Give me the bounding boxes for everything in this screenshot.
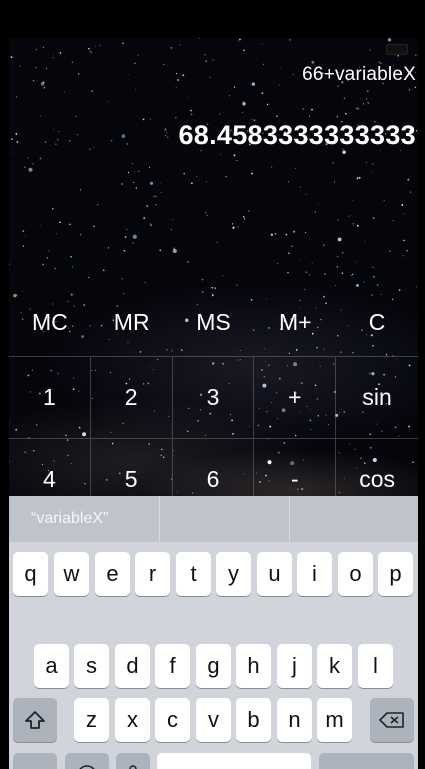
delete-key[interactable] bbox=[370, 698, 414, 742]
keyboard-row-1: q w e r t y u i o p bbox=[9, 552, 418, 596]
key-k[interactable]: k bbox=[317, 644, 352, 688]
result-display: 68.4583333333333 bbox=[178, 120, 416, 150]
key-3[interactable]: 3 bbox=[172, 357, 255, 439]
key-f[interactable]: f bbox=[155, 644, 190, 688]
key-i[interactable]: i bbox=[297, 552, 332, 596]
key-n[interactable]: n bbox=[277, 698, 312, 742]
key-plus[interactable]: + bbox=[254, 357, 337, 439]
calculator-screen: 66+variableX 68.4583333333333 MC MR MS M… bbox=[9, 38, 418, 769]
key-l[interactable]: l bbox=[358, 644, 393, 688]
suggestion-3[interactable] bbox=[290, 496, 418, 542]
return-key[interactable]: return bbox=[319, 753, 414, 769]
numbers-key[interactable]: 123 bbox=[13, 753, 57, 769]
key-e[interactable]: e bbox=[95, 552, 130, 596]
memory-add-button[interactable]: M+ bbox=[254, 288, 336, 356]
key-1[interactable]: 1 bbox=[9, 357, 91, 439]
key-j[interactable]: j bbox=[277, 644, 312, 688]
key-z[interactable]: z bbox=[74, 698, 109, 742]
key-q[interactable]: q bbox=[13, 552, 48, 596]
key-sin[interactable]: sin bbox=[336, 357, 418, 439]
expression-display: 66+variableX bbox=[302, 64, 416, 85]
shift-key[interactable] bbox=[13, 698, 57, 742]
key-u[interactable]: u bbox=[257, 552, 292, 596]
backspace-icon bbox=[379, 712, 404, 728]
keyboard-row-2: a s d f g h j k l bbox=[9, 644, 418, 688]
key-v[interactable]: v bbox=[196, 698, 231, 742]
memory-clear-button[interactable]: MC bbox=[9, 288, 91, 356]
key-w[interactable]: w bbox=[54, 552, 89, 596]
suggestion-2[interactable] bbox=[160, 496, 290, 542]
key-b[interactable]: b bbox=[236, 698, 271, 742]
memory-recall-button[interactable]: MR bbox=[91, 288, 173, 356]
ios-keyboard: “variableX” q w e r t y u i o p a s d f … bbox=[9, 496, 418, 769]
shift-icon bbox=[25, 711, 45, 729]
emoji-key[interactable] bbox=[65, 753, 109, 769]
memory-store-button[interactable]: MS bbox=[173, 288, 255, 356]
memory-row: MC MR MS M+ C bbox=[9, 288, 418, 356]
key-g[interactable]: g bbox=[196, 644, 231, 688]
key-r[interactable]: r bbox=[135, 552, 170, 596]
key-d[interactable]: d bbox=[115, 644, 150, 688]
key-2[interactable]: 2 bbox=[90, 357, 173, 439]
clear-button[interactable]: C bbox=[336, 288, 418, 356]
key-s[interactable]: s bbox=[74, 644, 109, 688]
key-a[interactable]: a bbox=[34, 644, 69, 688]
suggestion-1[interactable]: “variableX” bbox=[9, 496, 161, 542]
battery-icon bbox=[386, 44, 408, 55]
suggestion-bar: “variableX” bbox=[9, 496, 418, 542]
keyboard-row-4: 123 space return bbox=[9, 753, 418, 769]
key-p[interactable]: p bbox=[378, 552, 413, 596]
keyboard-row-3: z x c v b n m bbox=[9, 698, 418, 742]
emoji-icon bbox=[79, 765, 95, 769]
key-c[interactable]: c bbox=[155, 698, 190, 742]
key-y[interactable]: y bbox=[216, 552, 251, 596]
key-x[interactable]: x bbox=[115, 698, 150, 742]
microphone-icon bbox=[129, 765, 137, 769]
dictation-key[interactable] bbox=[116, 753, 150, 769]
key-m[interactable]: m bbox=[317, 698, 352, 742]
key-o[interactable]: o bbox=[338, 552, 373, 596]
key-t[interactable]: t bbox=[176, 552, 211, 596]
space-key[interactable]: space bbox=[157, 753, 311, 769]
key-h[interactable]: h bbox=[236, 644, 271, 688]
